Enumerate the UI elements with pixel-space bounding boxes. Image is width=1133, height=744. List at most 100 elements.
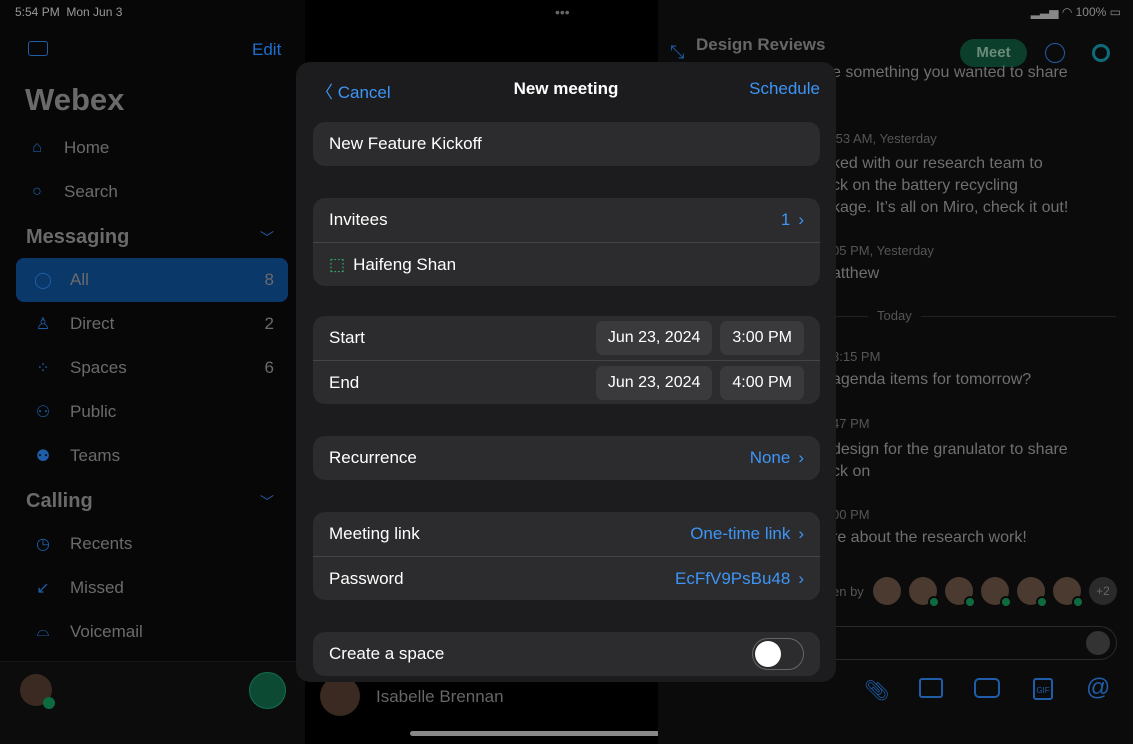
timestamp: 00 PM — [832, 507, 870, 522]
create-space-toggle[interactable] — [752, 638, 804, 670]
sidebar-item-all[interactable]: ◯ All 8 — [16, 258, 288, 302]
start-date-button[interactable]: Jun 23, 2024 — [595, 321, 713, 355]
activity-icon[interactable] — [1092, 44, 1110, 62]
meeting-link-row[interactable]: Meeting link One-time link › — [313, 512, 820, 556]
sidebar-item-direct[interactable]: ♙ Direct 2 — [16, 302, 288, 346]
multitasking-dots-icon[interactable]: ••• — [555, 4, 570, 20]
chevron-down-icon[interactable]: ﹀ — [260, 228, 274, 248]
recurrence-row[interactable]: Recurrence None › — [313, 436, 820, 480]
nav-label: Direct — [70, 314, 115, 333]
new-meeting-modal: 〈 Cancel New meeting Schedule New Featur… — [296, 62, 836, 682]
sidebar-item-spaces[interactable]: ⁘ Spaces 6 — [16, 346, 288, 390]
image-icon[interactable] — [919, 678, 943, 698]
public-icon: ⚇ — [35, 404, 51, 421]
meeting-title-field[interactable]: New Feature Kickoff — [313, 122, 820, 166]
invitees-row[interactable]: Invitees 1 › — [313, 198, 820, 242]
sidebar-toggle-icon[interactable] — [28, 41, 48, 56]
more-seen-badge[interactable]: +2 — [1089, 577, 1117, 605]
teams-icon: ⚉ — [35, 448, 51, 465]
nav-search[interactable]: ○ Search — [10, 170, 282, 214]
app-title: Webex — [25, 82, 125, 117]
password-row[interactable]: Password EcFfV9PsBu48 › — [313, 556, 820, 600]
nav-label: Teams — [70, 446, 121, 465]
count: 8 — [264, 270, 274, 289]
start-row: Start Jun 23, 2024 3:00 PM — [313, 316, 820, 360]
sidebar-item-missed[interactable]: ↙ Missed — [16, 566, 288, 610]
spaces-icon: ⁘ — [36, 360, 50, 377]
invitee-item[interactable]: ⬚ Haifeng Shan — [313, 242, 820, 286]
end-row: End Jun 23, 2024 4:00 PM — [313, 360, 820, 404]
edit-button[interactable]: Edit — [252, 40, 281, 60]
home-icon: ⌂ — [32, 139, 42, 156]
chevron-right-icon: › — [798, 568, 804, 588]
chevron-right-icon: › — [798, 524, 804, 543]
space-title: Design Reviews — [696, 35, 826, 54]
sidebar-item-recents[interactable]: ◷ Recents — [16, 522, 288, 566]
count: 6 — [264, 358, 274, 377]
schedule-button[interactable]: Schedule — [749, 79, 820, 99]
camera-icon[interactable] — [974, 678, 1000, 698]
call-settings-button[interactable] — [249, 672, 286, 709]
date-divider: Today — [868, 308, 921, 323]
message: atthew — [832, 265, 880, 282]
meet-button[interactable]: Meet — [960, 39, 1027, 67]
missed-call-icon: ↙ — [36, 580, 50, 597]
sidebar-item-voicemail[interactable]: ⌓ Voicemail — [16, 610, 288, 654]
message: e something you wanted to share — [832, 64, 1068, 81]
calling-header[interactable]: Calling — [26, 490, 93, 513]
nav-label: Missed — [70, 578, 124, 597]
sidebar: 5:54 PM Mon Jun 3 Edit Webex ⌂ Home ○ Sear… — [0, 0, 305, 744]
clock-icon: ◷ — [36, 536, 50, 553]
link-group: Meeting link One-time link › Password EcFfV… — [313, 512, 820, 600]
nav-label: Public — [70, 402, 117, 421]
profile-bar — [0, 661, 305, 744]
voice-message-icon[interactable] — [1086, 631, 1110, 655]
message: design for the granulator to share ck on — [832, 441, 1068, 480]
chevron-down-icon[interactable]: ﹀ — [260, 492, 274, 512]
invitees-group: Invitees 1 › ⬚ Haifeng Shan — [313, 198, 820, 286]
chat-icon: ◯ — [34, 272, 52, 289]
avatar — [909, 577, 940, 608]
attachment-icon[interactable]: 📎︎ — [864, 678, 889, 703]
mention-icon[interactable]: @ — [1086, 674, 1110, 702]
avatar — [945, 577, 976, 608]
timestamp: :53 AM, Yesterday — [832, 131, 937, 146]
messaging-header[interactable]: Messaging — [26, 226, 129, 249]
chevron-right-icon: › — [798, 210, 804, 229]
message: re about the research work! — [832, 529, 1027, 546]
gif-icon[interactable]: GIF — [1033, 678, 1053, 700]
chevron-right-icon: › — [798, 448, 804, 467]
timestamp: 47 PM — [832, 416, 870, 431]
sidebar-item-teams[interactable]: ⚉ Teams — [16, 434, 288, 478]
message: agenda items for tomorrow? — [832, 371, 1032, 388]
status-time: 5:54 PM Mon Jun 3 — [15, 5, 123, 19]
search-icon: ○ — [32, 183, 42, 200]
person-icon: ♙ — [35, 316, 51, 333]
sidebar-item-public[interactable]: ⚇ Public — [16, 390, 288, 434]
nav-home[interactable]: ⌂ Home — [10, 126, 282, 170]
more-options-icon[interactable] — [1045, 43, 1065, 63]
avatar[interactable] — [20, 674, 55, 709]
timestamp: 3:15 PM — [832, 349, 881, 364]
timestamp: 05 PM, Yesterday — [832, 243, 934, 258]
recurrence-group: Recurrence None › — [313, 436, 820, 480]
expand-icon[interactable]: ⤡ — [670, 42, 684, 63]
nav-label: Recents — [70, 534, 133, 553]
contact-name[interactable]: Isabelle Brennan — [376, 687, 504, 707]
nav-label: Search — [64, 182, 118, 201]
avatar — [320, 676, 360, 716]
status-icons: ▂▃▅ ◠ 100% ▭ — [1030, 5, 1121, 19]
meeting-title-input[interactable]: New Feature Kickoff — [313, 122, 820, 166]
time-group: Start Jun 23, 2024 3:00 PM End Jun 23, 2024… — [313, 316, 820, 404]
message: ked with our research team to ck on the b… — [832, 155, 1069, 216]
message-input[interactable] — [836, 626, 1117, 660]
space-group: Create a space — [313, 632, 820, 676]
nav-label: All — [70, 270, 89, 289]
end-date-button[interactable]: Jun 23, 2024 — [595, 365, 713, 400]
avatar — [1017, 577, 1048, 608]
nav-label: Home — [64, 138, 110, 157]
end-time-button[interactable]: 4:00 PM — [720, 365, 804, 400]
start-time-button[interactable]: 3:00 PM — [720, 321, 804, 355]
seen-by-label: en by — [832, 584, 864, 599]
avatar — [873, 577, 901, 605]
